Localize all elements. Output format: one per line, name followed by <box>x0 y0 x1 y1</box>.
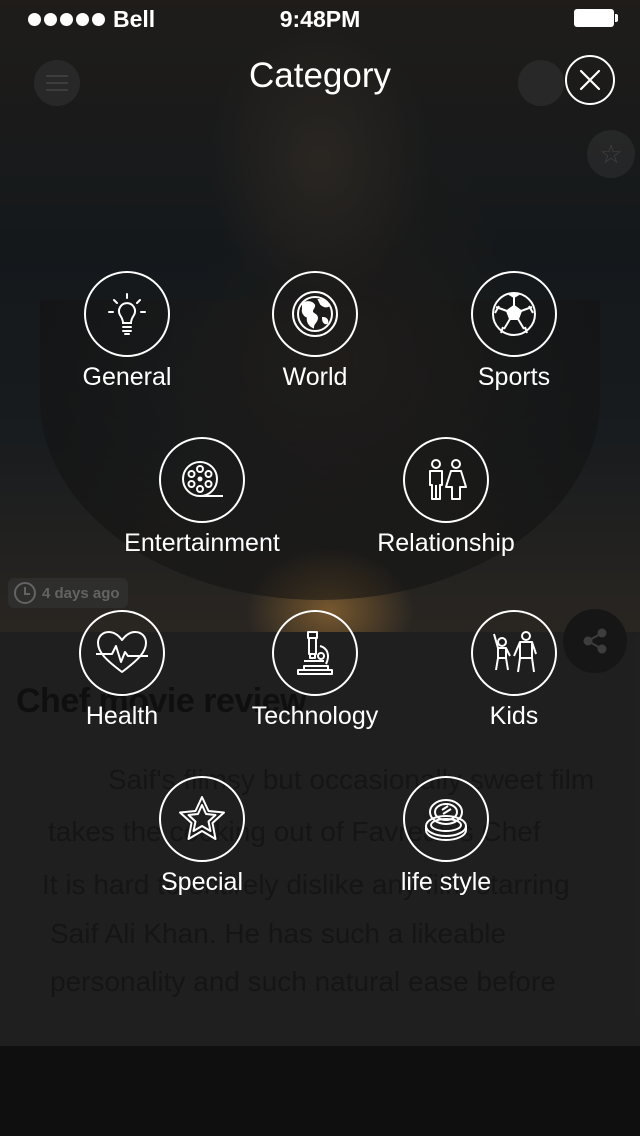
category-label: General <box>82 363 172 391</box>
battery-icon <box>574 9 618 27</box>
category-label: Health <box>85 702 159 730</box>
soccer-ball-icon <box>492 292 536 336</box>
category-label: Sports <box>477 363 551 391</box>
category-label: Relationship <box>377 529 515 557</box>
category-label: Entertainment <box>124 529 280 557</box>
bottom-bar <box>0 1046 640 1136</box>
category-kids[interactable]: Kids <box>424 610 604 731</box>
page-title: Category <box>248 56 392 95</box>
couple-icon <box>429 459 467 500</box>
category-health[interactable]: Health <box>32 610 212 731</box>
status-bar: Bell 9:48PM <box>0 0 640 40</box>
category-label: Technology <box>251 702 379 730</box>
category-life-style[interactable]: life style <box>356 776 536 897</box>
star-icon <box>179 796 225 840</box>
category-technology[interactable]: Technology <box>225 610 405 731</box>
status-time: 9:48PM <box>279 6 361 32</box>
category-sports[interactable]: Sports <box>424 271 604 392</box>
category-label: Special <box>161 868 243 896</box>
category-label: life style <box>400 868 492 896</box>
close-button[interactable] <box>565 55 615 105</box>
lightbulb-icon <box>108 293 146 335</box>
category-entertainment[interactable]: Entertainment <box>112 437 292 558</box>
category-relationship[interactable]: Relationship <box>356 437 536 558</box>
category-label: World <box>282 363 348 391</box>
kids-icon <box>493 631 537 673</box>
close-icon <box>579 69 601 91</box>
film-reel-icon <box>182 461 223 497</box>
microscope-icon <box>297 631 333 675</box>
category-world[interactable]: World <box>225 271 405 392</box>
globe-icon <box>292 291 338 337</box>
category-label: Kids <box>489 702 539 730</box>
category-special[interactable]: Special <box>112 776 292 897</box>
heart-pulse-icon <box>96 631 148 673</box>
category-general[interactable]: General <box>37 271 217 392</box>
compact-mirror-icon <box>425 799 467 842</box>
category-overlay <box>0 0 640 1046</box>
